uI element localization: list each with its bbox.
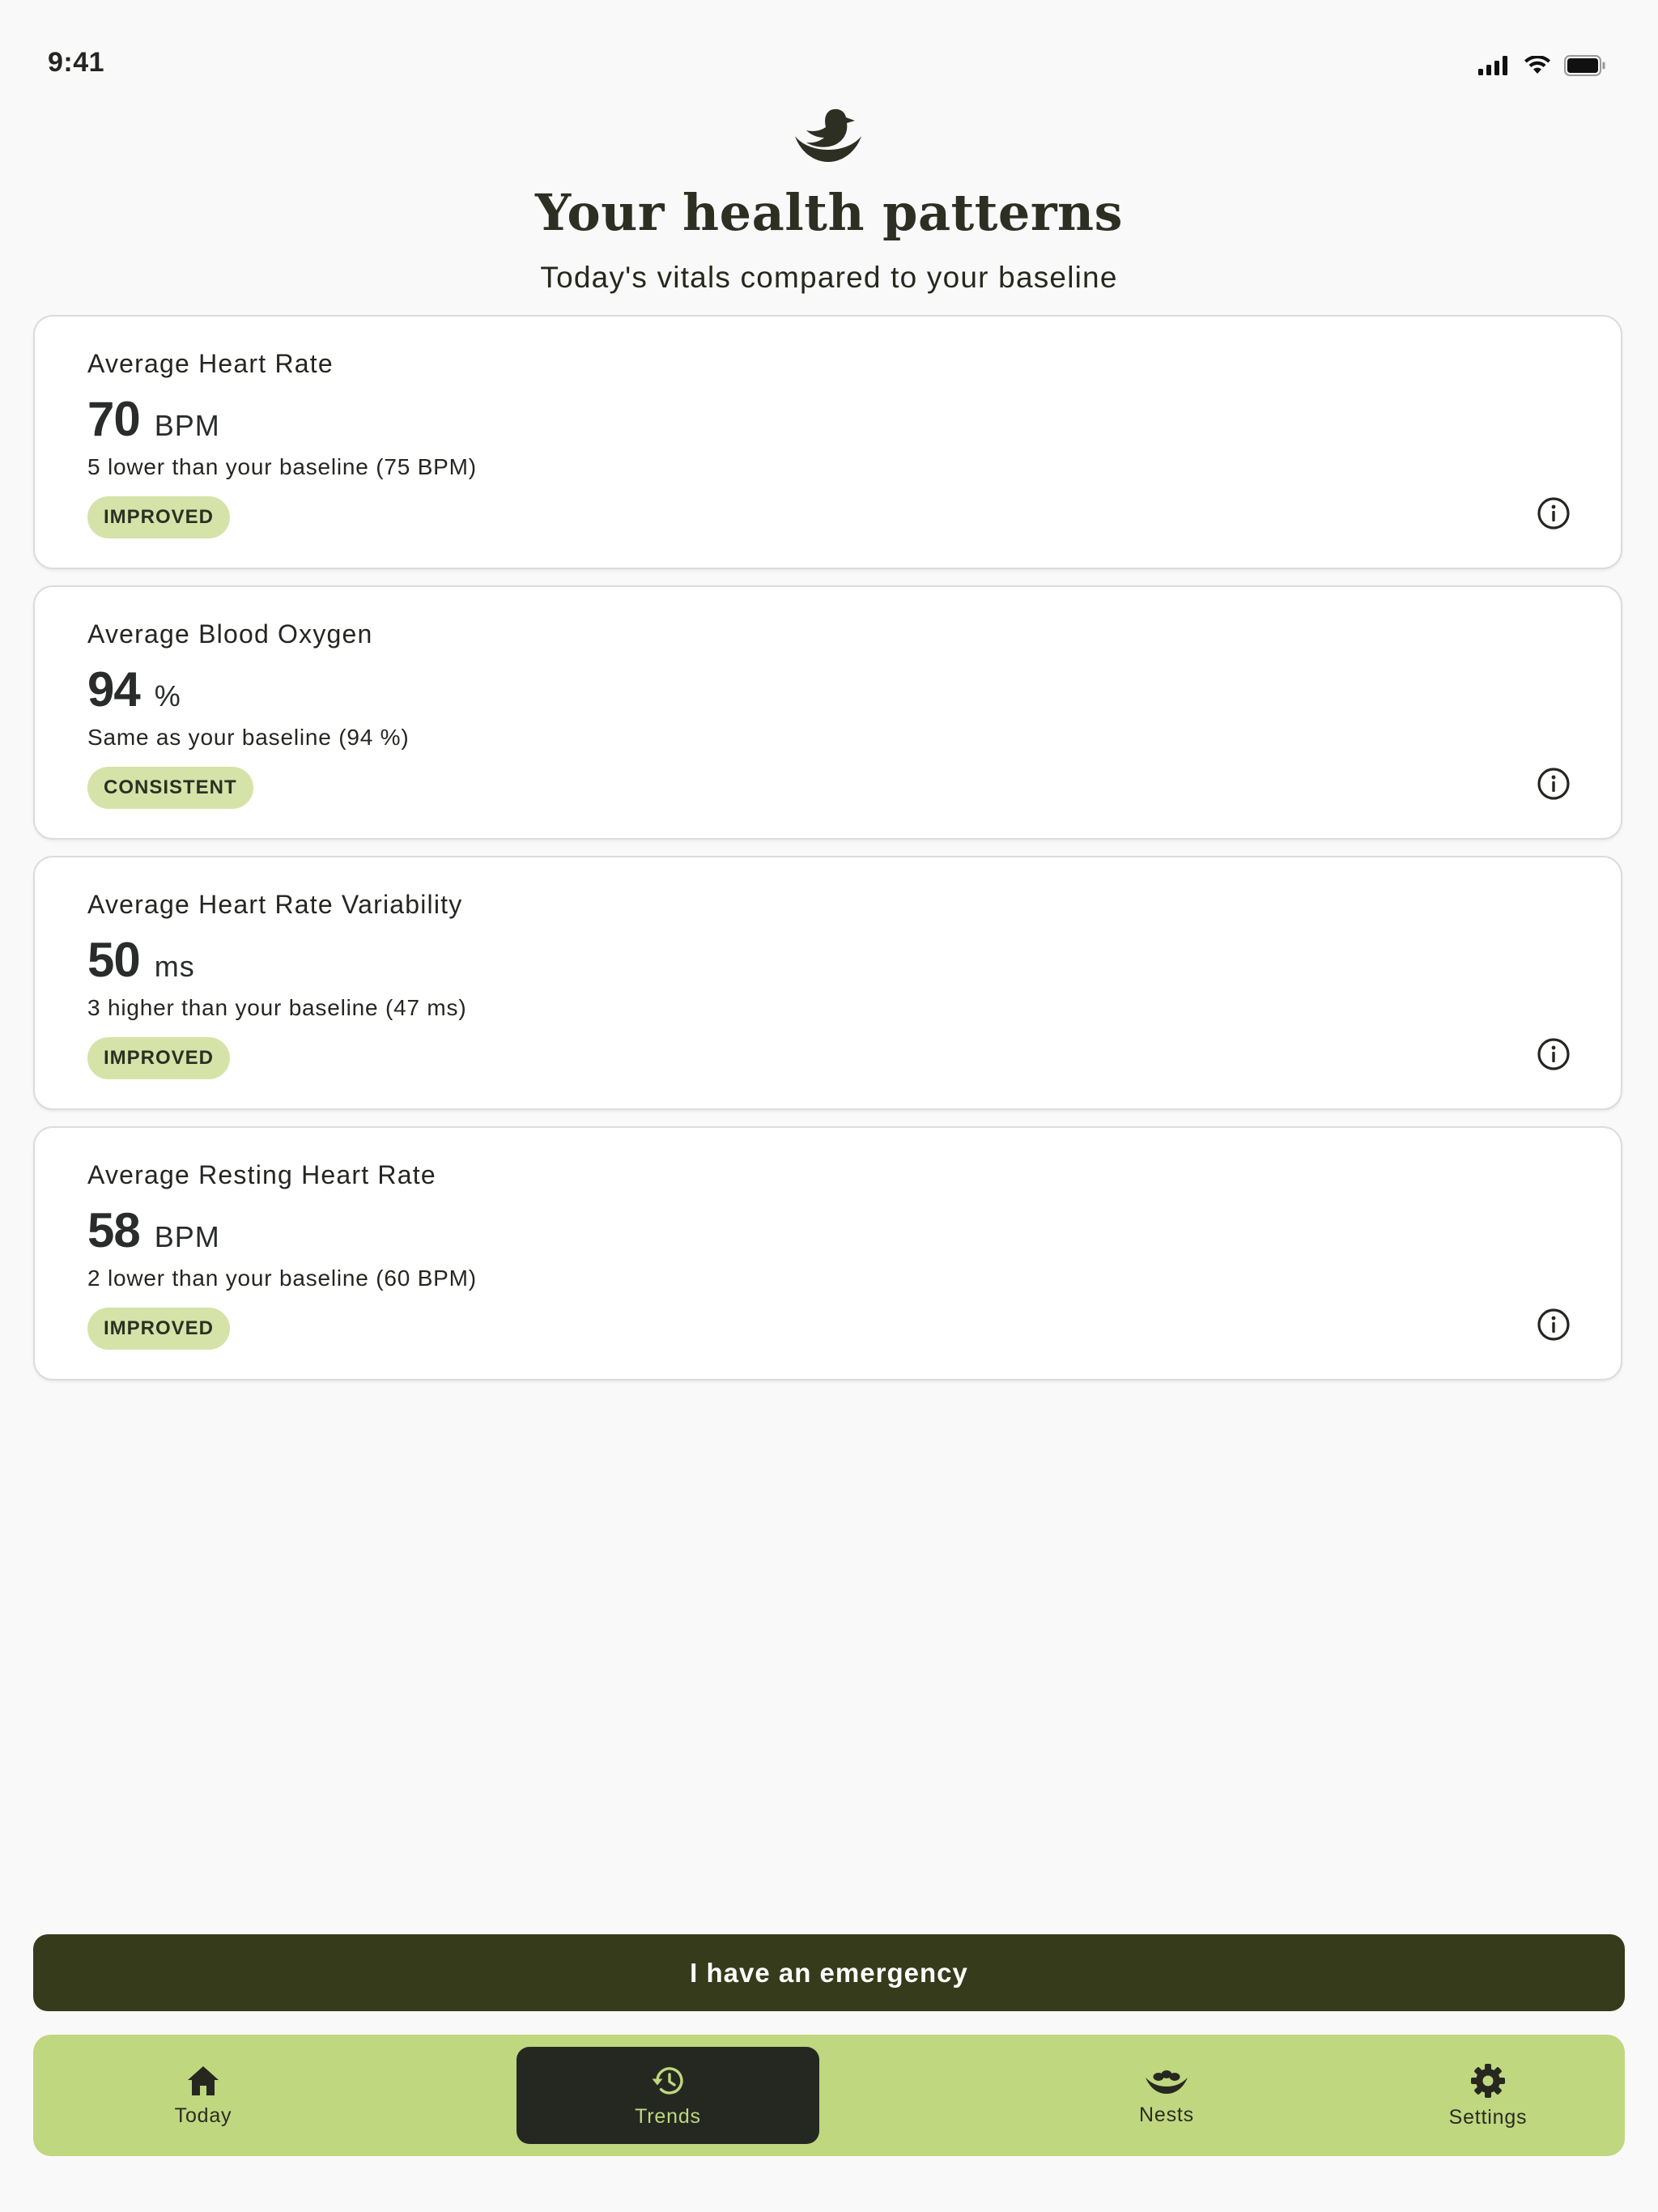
metric-label: Average Heart Rate	[87, 349, 334, 378]
status-badge: IMPROVED	[87, 496, 231, 538]
metric-value-row: 58 BPM	[87, 1202, 220, 1258]
battery-icon	[1564, 55, 1605, 76]
metric-card-resting-heart-rate[interactable]: Average Resting Heart Rate 58 BPM 2 lowe…	[33, 1126, 1622, 1380]
bird-in-nest-icon	[795, 108, 861, 162]
metric-unit: BPM	[154, 1220, 220, 1253]
tab-label: Settings	[1448, 2105, 1528, 2129]
status-badge: IMPROVED	[87, 1037, 231, 1079]
wifi-icon	[1524, 56, 1550, 74]
metric-value: 50	[87, 933, 141, 987]
status-badge: CONSISTENT	[87, 767, 253, 809]
info-icon[interactable]	[1537, 1037, 1571, 1071]
nest-icon	[1146, 2069, 1188, 2094]
page-title: Your health patterns	[535, 183, 1123, 242]
metric-value-row: 50 ms	[87, 932, 195, 988]
metric-value: 94	[87, 662, 141, 717]
info-icon[interactable]	[1537, 1308, 1571, 1342]
metric-value-row: 94 %	[87, 661, 181, 717]
tab-label: Trends	[635, 2104, 701, 2128]
status-time: 9:41	[48, 47, 105, 78]
metric-value: 58	[87, 1203, 141, 1257]
metric-unit: ms	[154, 950, 195, 983]
tab-label: Today	[174, 2104, 232, 2127]
tab-label: Nests	[1139, 2103, 1194, 2126]
metric-value: 70	[87, 392, 141, 446]
tab-settings[interactable]: Settings	[1318, 2035, 1658, 2156]
metric-card-blood-oxygen[interactable]: Average Blood Oxygen 94 % Same as your b…	[33, 585, 1622, 840]
info-icon[interactable]	[1537, 496, 1571, 530]
home-icon	[188, 2065, 219, 2095]
page-subtitle: Today's vitals compared to your baseline	[540, 261, 1118, 294]
metric-description: 3 higher than your baseline (47 ms)	[87, 995, 467, 1020]
tab-nests[interactable]: Nests	[997, 2035, 1337, 2156]
metric-label: Average Blood Oxygen	[87, 619, 373, 649]
info-icon[interactable]	[1537, 767, 1571, 801]
status-icons	[1478, 55, 1606, 76]
tab-today[interactable]: Today	[33, 2035, 373, 2156]
status-badge: IMPROVED	[87, 1308, 231, 1350]
metric-card-hrv[interactable]: Average Heart Rate Variability 50 ms 3 h…	[33, 856, 1622, 1110]
tab-trends[interactable]: Trends	[517, 2047, 819, 2144]
metric-description: 5 lower than your baseline (75 BPM)	[87, 454, 477, 479]
signal-icon	[1478, 56, 1507, 75]
metric-unit: %	[154, 679, 181, 713]
emergency-button[interactable]: I have an emergency	[33, 1934, 1625, 2011]
metric-description: Same as your baseline (94 %)	[87, 725, 410, 750]
metric-description: 2 lower than your baseline (60 BPM)	[87, 1266, 477, 1291]
metric-label: Average Heart Rate Variability	[87, 890, 463, 919]
metric-value-row: 70 BPM	[87, 391, 220, 447]
metric-label: Average Resting Heart Rate	[87, 1160, 436, 1189]
gear-icon	[1471, 2063, 1505, 2098]
history-icon	[652, 2066, 683, 2095]
tab-bar: Today Trends Nests Settings	[33, 2035, 1625, 2156]
metric-unit: BPM	[154, 409, 220, 442]
metric-card-heart-rate[interactable]: Average Heart Rate 70 BPM 5 lower than y…	[33, 315, 1622, 569]
